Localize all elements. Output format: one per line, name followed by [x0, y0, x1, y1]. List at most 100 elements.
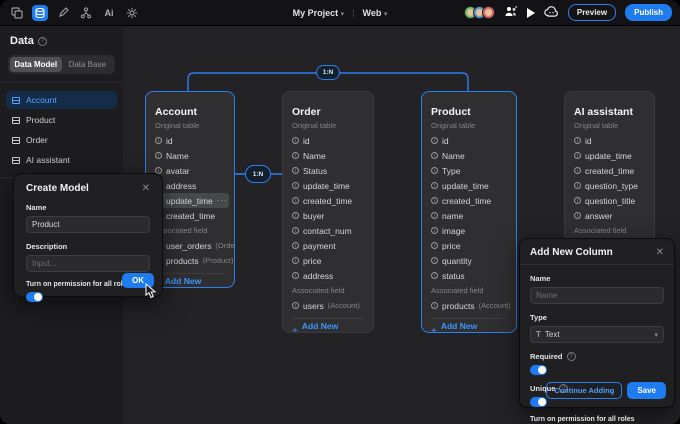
invite-members-icon[interactable]: [504, 4, 518, 22]
field-row[interactable]: i price: [292, 253, 364, 268]
chevron-down-icon: ▾: [654, 331, 658, 339]
sidebar-model-label: Order: [26, 135, 48, 145]
field-type-icon: i: [292, 152, 299, 159]
field-row[interactable]: i id: [574, 133, 645, 148]
field-row[interactable]: i products (Account): [431, 298, 507, 313]
sidebar-model-item[interactable]: Account: [6, 91, 117, 109]
field-row[interactable]: i address: [292, 268, 364, 283]
field-label: update_time: [303, 181, 350, 191]
sidebar-model-item[interactable]: Product: [6, 111, 117, 129]
row-menu-button[interactable]: ···: [217, 196, 228, 205]
field-row[interactable]: i products (Product): [155, 253, 225, 268]
field-row[interactable]: i user_orders (Order): [155, 238, 225, 253]
field-row[interactable]: i Type: [431, 163, 507, 178]
close-icon[interactable]: ✕: [656, 247, 664, 258]
field-row[interactable]: i avatar: [155, 163, 225, 178]
field-type-icon: i: [292, 137, 299, 144]
field-row[interactable]: i created_time: [574, 163, 645, 178]
add-new-column-button[interactable]: + Add New Column: [292, 323, 364, 333]
field-type-icon: i: [431, 257, 438, 264]
text-type-icon: T: [536, 330, 541, 339]
publish-button[interactable]: Publish: [625, 4, 672, 21]
associated-list: i products (Account): [431, 298, 507, 313]
add-new-column-button[interactable]: + Add New Column: [155, 278, 225, 288]
field-row[interactable]: i answer: [574, 208, 645, 223]
field-row[interactable]: i buyer: [292, 208, 364, 223]
field-label: created_time: [303, 196, 352, 206]
field-row[interactable]: i name: [431, 208, 507, 223]
run-preview-icon[interactable]: [527, 8, 535, 18]
field-label: id: [166, 136, 173, 146]
save-button[interactable]: Save: [627, 382, 666, 399]
field-row[interactable]: i contact_num: [292, 223, 364, 238]
ai-icon[interactable]: Ai: [101, 5, 117, 21]
field-row[interactable]: i created_time: [155, 208, 225, 223]
deploy-cloud-icon[interactable]: [544, 4, 559, 22]
name-label: Name: [530, 274, 664, 283]
design-icon[interactable]: [55, 5, 71, 21]
field-type-icon: i: [574, 212, 581, 219]
platform-switcher[interactable]: Web ▾: [363, 8, 388, 18]
database-icon[interactable]: [32, 5, 48, 21]
add-new-column-button[interactable]: + Add New Column: [431, 323, 507, 333]
close-icon[interactable]: ✕: [142, 183, 150, 194]
field-type-icon: i: [574, 182, 581, 189]
field-row[interactable]: i Name: [155, 148, 225, 163]
field-row[interactable]: i update_time: [574, 148, 645, 163]
field-row[interactable]: i created_time: [431, 193, 507, 208]
project-switcher[interactable]: My Project ▾: [293, 8, 345, 18]
field-row[interactable]: i id: [431, 133, 507, 148]
field-row[interactable]: i payment: [292, 238, 364, 253]
chevron-down-icon: ▾: [384, 11, 388, 18]
tab-data-model[interactable]: Data Model: [10, 57, 62, 72]
original-table-label: Original table: [574, 118, 645, 133]
field-row[interactable]: i question_title: [574, 193, 645, 208]
field-label: id: [442, 136, 449, 146]
column-type-select[interactable]: T Text ▾: [530, 326, 664, 343]
field-row[interactable]: i quantity: [431, 253, 507, 268]
preview-button[interactable]: Preview: [568, 4, 616, 21]
field-row[interactable]: i address: [155, 178, 225, 193]
field-row[interactable]: i status: [431, 268, 507, 283]
create-model-dialog: Create Model ✕ Name Description Turn on …: [13, 173, 163, 297]
collaborator-avatars[interactable]: [464, 6, 495, 19]
field-row[interactable]: i created_time: [292, 193, 364, 208]
field-row[interactable]: i users (Account): [292, 298, 364, 313]
field-row[interactable]: i image: [431, 223, 507, 238]
original-table-label: Original table: [431, 118, 507, 133]
permission-toggle[interactable]: [26, 292, 43, 302]
pages-icon[interactable]: [9, 5, 25, 21]
sidebar-model-label: Account: [26, 95, 57, 105]
sidebar-model-item[interactable]: AI assistant: [6, 151, 117, 169]
relation-badge[interactable]: 1:N: [245, 165, 271, 183]
tab-data-base[interactable]: Data Base: [62, 57, 114, 72]
field-row[interactable]: i id: [292, 133, 364, 148]
relation-badge[interactable]: 1:N: [316, 65, 340, 80]
actionflow-icon[interactable]: [78, 5, 94, 21]
continue-adding-button[interactable]: Continue Adding: [546, 382, 622, 399]
unique-toggle[interactable]: [530, 397, 547, 407]
field-label: id: [585, 136, 592, 146]
model-card[interactable]: Product Original table i id i Name i Typ…: [421, 91, 517, 333]
field-row[interactable]: i question_type: [574, 178, 645, 193]
model-name-input[interactable]: [26, 216, 150, 233]
field-row[interactable]: i price: [431, 238, 507, 253]
model-description-input[interactable]: [26, 255, 150, 272]
field-row[interactable]: i Status: [292, 163, 364, 178]
add-new-column-label: Add New Column: [441, 321, 507, 333]
mouse-cursor: [145, 283, 158, 299]
field-row[interactable]: i Name: [292, 148, 364, 163]
field-row[interactable]: i id: [155, 133, 225, 148]
field-row[interactable]: i Name: [431, 148, 507, 163]
field-row[interactable]: i update_time: [431, 178, 507, 193]
model-card[interactable]: Order Original table i id i Name i Statu…: [282, 91, 374, 333]
settings-gear-icon[interactable]: [124, 5, 140, 21]
field-label: user_orders: [166, 241, 211, 251]
required-toggle[interactable]: [530, 365, 547, 375]
sidebar-model-item[interactable]: Order: [6, 131, 117, 149]
help-icon[interactable]: ?: [567, 352, 576, 361]
column-name-input[interactable]: [530, 287, 664, 304]
field-type-icon: i: [292, 212, 299, 219]
help-icon[interactable]: ?: [38, 37, 47, 46]
field-row[interactable]: i update_time: [292, 178, 364, 193]
